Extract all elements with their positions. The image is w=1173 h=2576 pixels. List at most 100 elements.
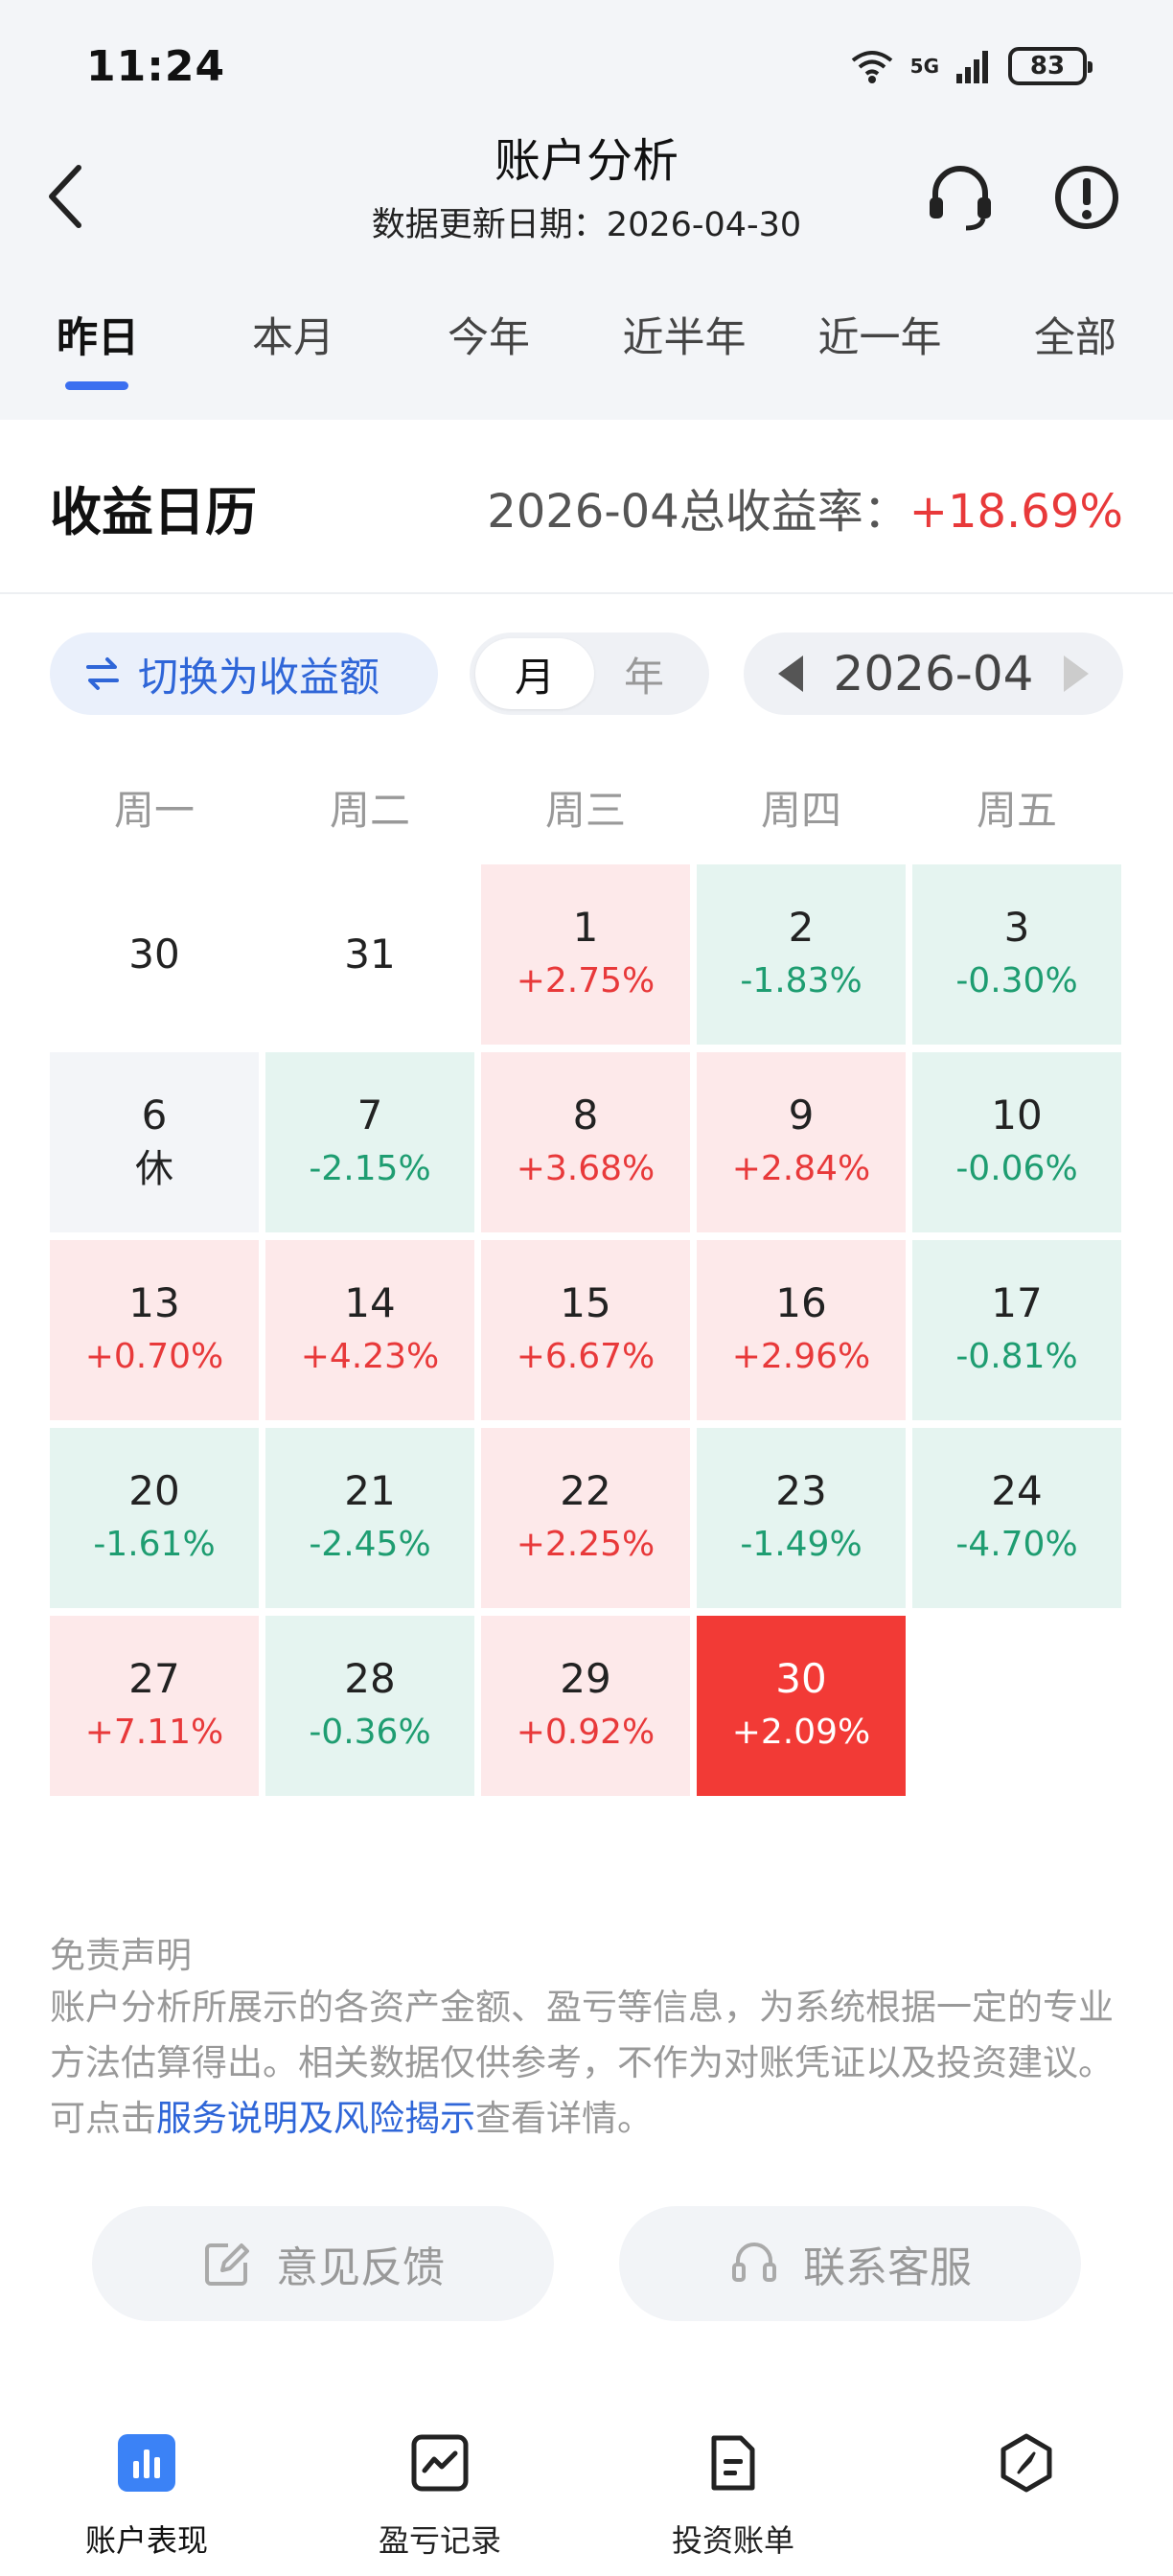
disclaimer-text: 账户分析所展示的各资产金额、盈亏等信息，为系统根据一定的专业方法估算得出。相关数… bbox=[50, 1987, 1114, 2139]
day-return: +6.67% bbox=[516, 1337, 656, 1376]
contact-service-button[interactable]: 联系客服 bbox=[619, 2206, 1081, 2321]
day-number: 31 bbox=[344, 931, 396, 978]
compass-icon bbox=[1000, 2433, 1052, 2493]
view-year-option[interactable]: 年 bbox=[585, 638, 703, 709]
edit-icon bbox=[205, 2243, 249, 2286]
calendar-day-cell[interactable]: 24 -4.70% bbox=[912, 1428, 1121, 1608]
nav-profit-records[interactable]: 盈亏记录 bbox=[293, 2415, 586, 2576]
calendar-day-cell[interactable]: 14 +4.23% bbox=[265, 1240, 474, 1420]
nav-compass[interactable] bbox=[880, 2415, 1173, 2576]
service-label: 联系客服 bbox=[803, 2243, 972, 2292]
calendar-day-cell[interactable]: 1 +2.75% bbox=[481, 864, 690, 1045]
calendar-day-cell: 30 bbox=[50, 864, 259, 1045]
rest-day-label: 休 bbox=[135, 1147, 173, 1191]
tab-yesterday[interactable]: 昨日 bbox=[0, 305, 196, 364]
calendar-day-cell[interactable]: 22 +2.25% bbox=[481, 1428, 690, 1608]
tab-half-year[interactable]: 近半年 bbox=[586, 305, 782, 364]
tab-this-month[interactable]: 本月 bbox=[196, 305, 391, 364]
calendar-day-cell[interactable]: 9 +2.84% bbox=[697, 1052, 906, 1232]
battery-indicator: 83 bbox=[1008, 47, 1092, 85]
day-number: 6 bbox=[141, 1092, 168, 1138]
calendar-day-cell[interactable]: 8 +3.68% bbox=[481, 1052, 690, 1232]
day-return: +2.84% bbox=[731, 1149, 871, 1188]
day-number: 13 bbox=[128, 1279, 180, 1326]
day-number: 1 bbox=[572, 904, 599, 951]
bar-chart-icon bbox=[118, 2434, 175, 2492]
day-return: -1.83% bbox=[740, 961, 862, 1000]
calendar-day-cell[interactable]: 27 +7.11% bbox=[50, 1616, 259, 1796]
day-return: +2.96% bbox=[731, 1337, 871, 1376]
period-tabs: 昨日 本月 今年 近半年 近一年 全部 bbox=[0, 305, 1173, 376]
month-picker: 2026-04 bbox=[744, 632, 1123, 715]
switch-to-amount-button[interactable]: 切换为收益额 bbox=[50, 632, 438, 715]
day-return: +2.09% bbox=[731, 1713, 871, 1752]
day-number: 3 bbox=[1003, 904, 1030, 951]
day-number: 15 bbox=[560, 1279, 611, 1326]
calendar-day-cell[interactable]: 16 +2.96% bbox=[697, 1240, 906, 1420]
calendar-day-cell[interactable]: 15 +6.67% bbox=[481, 1240, 690, 1420]
tab-all[interactable]: 全部 bbox=[978, 305, 1173, 364]
bottom-navigation: 账户表现 盈亏记录 投资账单 bbox=[0, 2415, 1173, 2576]
day-number: 22 bbox=[560, 1467, 611, 1514]
tab-this-year[interactable]: 今年 bbox=[391, 305, 586, 364]
calendar-day-cell[interactable]: 20 -1.61% bbox=[50, 1428, 259, 1608]
weekday-label: 周一 bbox=[113, 787, 195, 834]
day-return: +0.92% bbox=[516, 1713, 656, 1752]
day-return: -0.81% bbox=[955, 1337, 1078, 1376]
calendar-day-cell[interactable]: 21 -2.45% bbox=[265, 1428, 474, 1608]
view-month-option[interactable]: 月 bbox=[475, 638, 594, 709]
day-return: -1.49% bbox=[740, 1525, 862, 1564]
monthly-total-rate: 2026-04总收益率：+18.69% bbox=[487, 473, 1123, 540]
calendar-day-cell[interactable]: 3 -0.30% bbox=[912, 864, 1121, 1045]
calendar-day-cell[interactable]: 28 -0.36% bbox=[265, 1616, 474, 1796]
day-number: 16 bbox=[775, 1279, 827, 1326]
day-number: 20 bbox=[128, 1467, 180, 1514]
day-return: +2.75% bbox=[516, 961, 656, 1000]
weekday-label: 周三 bbox=[544, 787, 626, 834]
day-return: +7.11% bbox=[84, 1713, 224, 1752]
calendar-day-cell[interactable]: 13 +0.70% bbox=[50, 1240, 259, 1420]
switch-label: 切换为收益额 bbox=[138, 653, 380, 701]
calendar-day-cell[interactable]: 6休 bbox=[50, 1052, 259, 1232]
nav-label: 盈亏记录 bbox=[378, 2522, 501, 2559]
day-number: 9 bbox=[788, 1092, 815, 1138]
network-type: 5G bbox=[909, 55, 939, 78]
day-number: 21 bbox=[344, 1467, 396, 1514]
next-month-icon[interactable] bbox=[1064, 656, 1089, 692]
day-return: +2.25% bbox=[516, 1525, 656, 1564]
feedback-label: 意见反馈 bbox=[276, 2243, 445, 2292]
day-return: -2.45% bbox=[309, 1525, 431, 1564]
weekday-label: 周四 bbox=[760, 787, 841, 834]
day-return: -0.06% bbox=[955, 1149, 1078, 1188]
calendar-day-cell[interactable]: 17 -0.81% bbox=[912, 1240, 1121, 1420]
nav-label: 投资账单 bbox=[671, 2522, 794, 2559]
disclaimer-title: 免责声明 bbox=[50, 1935, 192, 1976]
nav-account-performance[interactable]: 账户表现 bbox=[0, 2415, 293, 2576]
headset-icon[interactable] bbox=[922, 159, 999, 236]
info-icon[interactable] bbox=[1048, 159, 1125, 236]
status-time: 11:24 bbox=[86, 42, 226, 91]
calendar-day-cell[interactable]: 30 +2.09% bbox=[697, 1616, 906, 1796]
day-return: -0.36% bbox=[309, 1713, 431, 1752]
day-number: 10 bbox=[991, 1092, 1043, 1138]
day-number: 28 bbox=[344, 1655, 396, 1702]
day-number: 23 bbox=[775, 1467, 827, 1514]
day-return: -2.15% bbox=[309, 1149, 431, 1188]
day-return: +3.68% bbox=[516, 1149, 656, 1188]
calendar-day-cell[interactable]: 2 -1.83% bbox=[697, 864, 906, 1045]
section-divider bbox=[0, 592, 1173, 594]
calendar-day-cell[interactable]: 29 +0.92% bbox=[481, 1616, 690, 1796]
day-number: 8 bbox=[572, 1092, 599, 1138]
feedback-button[interactable]: 意见反馈 bbox=[92, 2206, 554, 2321]
day-number: 30 bbox=[128, 931, 180, 978]
calendar-day-cell[interactable]: 7 -2.15% bbox=[265, 1052, 474, 1232]
risk-disclosure-link[interactable]: 服务说明及风险揭示 bbox=[156, 2098, 475, 2139]
line-chart-icon bbox=[411, 2434, 469, 2492]
tab-one-year[interactable]: 近一年 bbox=[782, 305, 978, 364]
day-return: -1.61% bbox=[93, 1525, 216, 1564]
calendar-day-cell[interactable]: 10 -0.06% bbox=[912, 1052, 1121, 1232]
calendar-day-cell[interactable]: 23 -1.49% bbox=[697, 1428, 906, 1608]
day-return: +4.23% bbox=[300, 1337, 440, 1376]
day-number: 17 bbox=[991, 1279, 1043, 1326]
nav-investment-statement[interactable]: 投资账单 bbox=[586, 2415, 880, 2576]
